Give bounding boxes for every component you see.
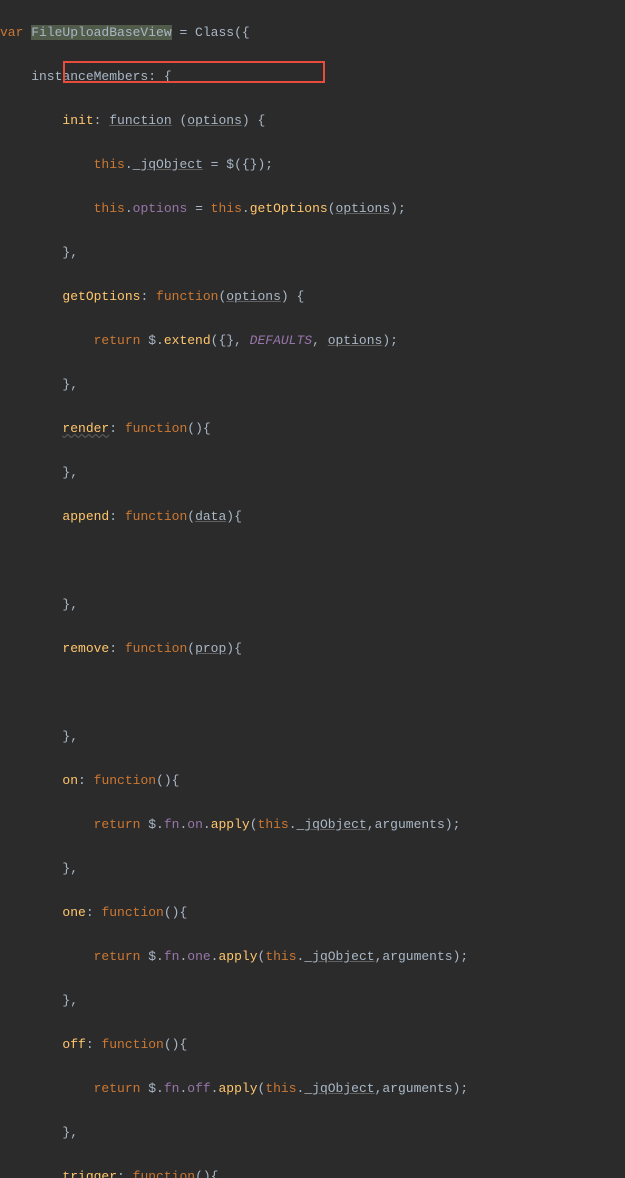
property: _jqObject	[304, 1081, 374, 1096]
code-line[interactable]: this._jqObject = $({});	[0, 154, 625, 176]
code-line[interactable]: trigger: function(){	[0, 1166, 625, 1178]
identifier: arguments	[382, 949, 452, 964]
method: off	[187, 1081, 210, 1096]
property: off	[62, 1037, 85, 1052]
code-text: },	[0, 993, 78, 1008]
property: one	[62, 905, 85, 920]
code-line[interactable]: },	[0, 990, 625, 1012]
keyword-return: return	[94, 949, 141, 964]
property: options	[133, 201, 188, 216]
code-line[interactable]: one: function(){	[0, 902, 625, 924]
keyword-this: this	[94, 201, 125, 216]
code-line[interactable]: },	[0, 858, 625, 880]
parameter: options	[226, 289, 281, 304]
method: one	[187, 949, 210, 964]
keyword-function: function	[101, 905, 163, 920]
keyword-return: return	[94, 333, 141, 348]
keyword-this: this	[265, 949, 296, 964]
property: render	[62, 421, 109, 436]
property: init	[62, 113, 93, 128]
code-line[interactable]: return $.fn.off.apply(this._jqObject,arg…	[0, 1078, 625, 1100]
keyword-function: function	[125, 641, 187, 656]
code-line[interactable]: remove: function(prop){	[0, 638, 625, 660]
code-line[interactable]: },	[0, 242, 625, 264]
code-line[interactable]: },	[0, 726, 625, 748]
code-line[interactable]: getOptions: function(options) {	[0, 286, 625, 308]
keyword-function: function	[125, 421, 187, 436]
code-line[interactable]: },	[0, 462, 625, 484]
method: on	[187, 817, 203, 832]
keyword-this: this	[265, 1081, 296, 1096]
keyword-this: this	[94, 157, 125, 172]
property: append	[62, 509, 109, 524]
parameter: options	[336, 201, 391, 216]
property-fn: fn	[164, 949, 180, 964]
property: on	[62, 773, 78, 788]
code-line[interactable]: },	[0, 1122, 625, 1144]
code-line[interactable]: var FileUploadBaseView = Class({	[0, 22, 625, 44]
property: trigger	[62, 1169, 117, 1178]
code-text: },	[0, 729, 78, 744]
keyword-this: this	[211, 201, 242, 216]
keyword-function: function	[133, 1169, 195, 1178]
identifier: arguments	[382, 1081, 452, 1096]
property: _jqObject	[297, 817, 367, 832]
code-line[interactable]	[0, 682, 625, 704]
parameter: options	[187, 113, 242, 128]
code-line[interactable]: append: function(data){	[0, 506, 625, 528]
method: extend	[164, 333, 211, 348]
property: remove	[62, 641, 109, 656]
keyword-this: this	[258, 817, 289, 832]
code-text: = $({});	[203, 157, 273, 172]
keyword-return: return	[94, 817, 141, 832]
code-line[interactable]: return $.fn.one.apply(this._jqObject,arg…	[0, 946, 625, 968]
code-text: },	[0, 377, 78, 392]
code-line[interactable]: },	[0, 374, 625, 396]
code-text: },	[0, 597, 78, 612]
keyword-function: function	[94, 773, 156, 788]
method: apply	[211, 817, 250, 832]
parameter: data	[195, 509, 226, 524]
property-fn: fn	[164, 1081, 180, 1096]
code-text: },	[0, 1125, 78, 1140]
keyword-function: function	[109, 113, 171, 128]
property: _jqObject	[133, 157, 203, 172]
code-line[interactable]: return $.extend({}, DEFAULTS, options);	[0, 330, 625, 352]
code-text: },	[0, 861, 78, 876]
code-line[interactable]: on: function(){	[0, 770, 625, 792]
code-line[interactable]: this.options = this.getOptions(options);	[0, 198, 625, 220]
code-line[interactable]: render: function(){	[0, 418, 625, 440]
keyword-function: function	[125, 509, 187, 524]
keyword-var: var	[0, 25, 23, 40]
code-line[interactable]: return $.fn.on.apply(this._jqObject,argu…	[0, 814, 625, 836]
code-line[interactable]: init: function (options) {	[0, 110, 625, 132]
method: apply	[218, 1081, 257, 1096]
code-line[interactable]: },	[0, 594, 625, 616]
constant: DEFAULTS	[250, 333, 312, 348]
parameter: prop	[195, 641, 226, 656]
method: apply	[218, 949, 257, 964]
code-line[interactable]: off: function(){	[0, 1034, 625, 1056]
identifier: arguments	[375, 817, 445, 832]
selected-identifier: FileUploadBaseView	[31, 25, 171, 40]
keyword-return: return	[94, 1081, 141, 1096]
parameter: options	[328, 333, 383, 348]
keyword-function: function	[156, 289, 218, 304]
code-line[interactable]	[0, 550, 625, 572]
code-line[interactable]: instanceMembers: {	[0, 66, 625, 88]
code-editor[interactable]: var FileUploadBaseView = Class({ instanc…	[0, 0, 625, 1178]
method: getOptions	[250, 201, 328, 216]
property-fn: fn	[164, 817, 180, 832]
code-text: = Class({	[172, 25, 250, 40]
property: _jqObject	[304, 949, 374, 964]
keyword-function: function	[101, 1037, 163, 1052]
code-text: instanceMembers: {	[0, 69, 172, 84]
code-text: },	[0, 245, 78, 260]
property: getOptions	[62, 289, 140, 304]
code-text: },	[0, 465, 78, 480]
